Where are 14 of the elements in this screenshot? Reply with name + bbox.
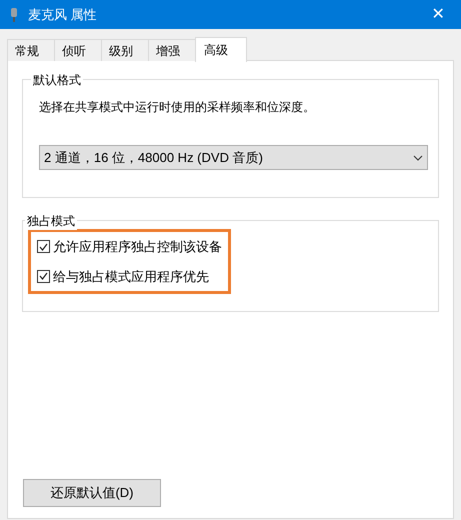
close-button[interactable]: ✕ [415,0,461,29]
group-title: 默认格式 [31,71,83,89]
tab[interactable]: 高级 [195,37,247,62]
description-text: 选择在共享模式中运行时使用的采样频率和位深度。 [39,99,316,116]
tab[interactable]: 级别 [101,39,149,61]
tab[interactable]: 增强 [148,39,196,61]
checkbox-option[interactable]: 给与独占模式应用程序优先 [37,266,222,286]
tab[interactable]: 常规 [7,39,55,61]
checkbox-option[interactable]: 允许应用程序独占控制该设备 [37,237,222,256]
restore-defaults-button[interactable]: 还原默认值(D) [23,479,161,507]
window-title: 麦克风 属性 [28,6,97,24]
tab[interactable]: 侦听 [54,39,102,61]
group-title: 独占模式 [25,212,77,230]
format-dropdown[interactable]: 2 通道，16 位，48000 Hz (DVD 音质) [39,145,428,170]
